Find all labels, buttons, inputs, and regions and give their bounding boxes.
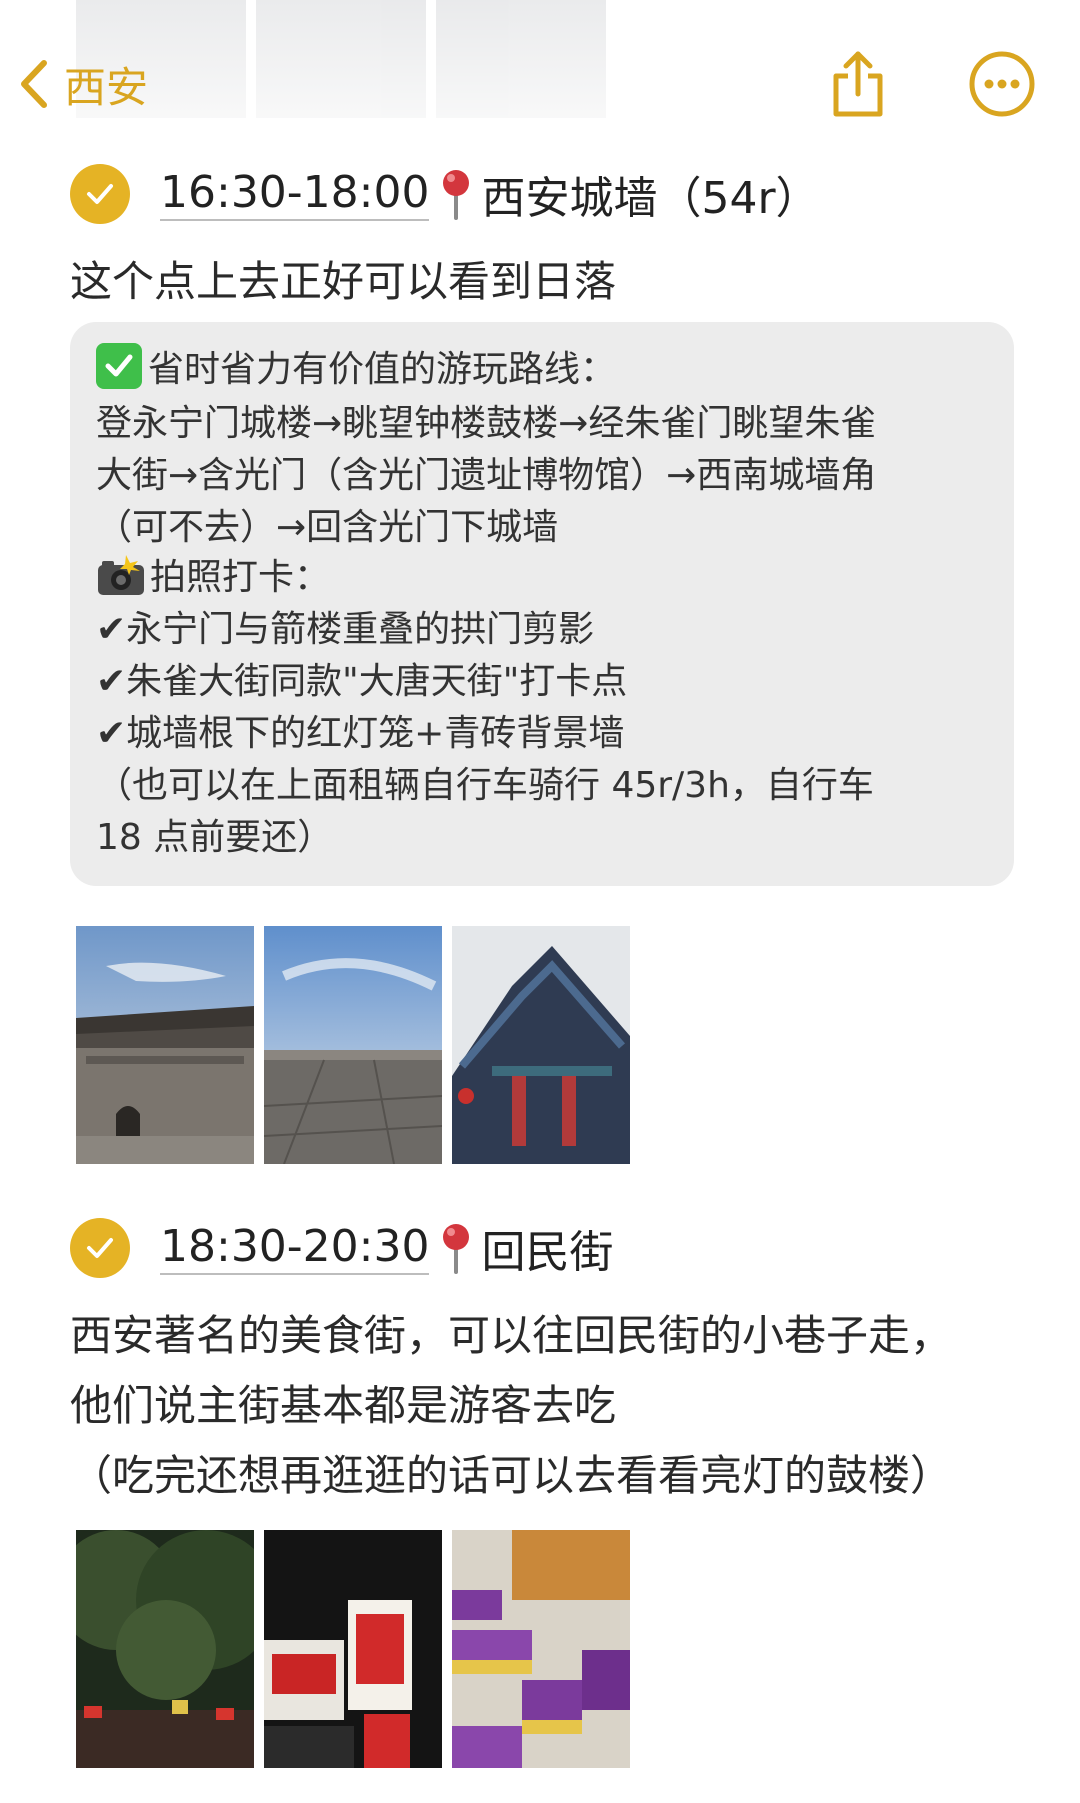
entry-description-line: （吃完还想再逛逛的话可以去看看亮灯的鼓楼） bbox=[70, 1451, 953, 1500]
photo-spot: ✔永宁门与箭楼重叠的拱门剪影 bbox=[96, 609, 595, 650]
checkmark-circle-icon[interactable] bbox=[70, 1218, 130, 1278]
route-title-row: 省时省力有价值的游玩路线： bbox=[96, 340, 616, 392]
photo-gallery bbox=[76, 1530, 630, 1768]
photo-title-row: 拍照打卡： bbox=[96, 548, 330, 600]
photo-title: 拍照打卡： bbox=[150, 557, 331, 598]
tip-line: （也可以在上面租辆自行车骑行 45r/3h，自行车 bbox=[96, 765, 874, 806]
entry-time-link[interactable]: 18:30-20:30 bbox=[160, 1221, 430, 1275]
city-gate-photo[interactable] bbox=[76, 926, 254, 1164]
route-line: 大街→含光门（含光门遗址博物馆）→西南城墙角 bbox=[96, 455, 877, 496]
entry-description-text: 西安著名的美食街，可以往回民街的小巷子走， bbox=[70, 1311, 953, 1360]
route-title: 省时省力有价值的游玩路线： bbox=[148, 349, 617, 390]
entry-description-line: 西安著名的美食街，可以往回民街的小巷子走， bbox=[70, 1302, 952, 1363]
more-button[interactable] bbox=[966, 48, 1038, 120]
purple-cake-snack-photo[interactable] bbox=[452, 1530, 630, 1768]
entry-description-line: 他们说主街基本都是游客去吃 bbox=[70, 1381, 617, 1430]
more-icon bbox=[969, 51, 1035, 117]
checkmark-circle-icon[interactable] bbox=[70, 164, 130, 224]
gate-tower-roof-photo[interactable] bbox=[452, 926, 630, 1164]
quote-block: 省时省力有价值的游玩路线： 登永宁门城楼→眺望钟楼鼓楼→经朱雀门眺望朱雀 大街→… bbox=[70, 322, 1014, 886]
noodle-shop-signs-photo[interactable] bbox=[264, 1530, 442, 1768]
entry-header: 16:30-18:00 西安城墙（54r） bbox=[70, 162, 820, 226]
entry-description: 这个点上去正好可以看到日落 bbox=[70, 257, 617, 306]
entry-place: 回民街 bbox=[481, 1227, 614, 1278]
note-page: 西安 16:30-18:00 西安城墙（54r） 这个点上去正好可以看到日落 省… bbox=[0, 0, 1080, 1803]
street-trees-photo[interactable] bbox=[76, 1530, 254, 1768]
photo-spot: ✔朱雀大街同款"大唐天街"打卡点 bbox=[96, 661, 628, 702]
nav-bar: 西安 bbox=[0, 40, 1080, 130]
check-box-emoji bbox=[96, 343, 142, 389]
photo-spot: ✔城墙根下的红灯笼+青砖背景墙 bbox=[96, 713, 625, 754]
camera-flash-emoji bbox=[98, 555, 144, 595]
wall-walkway-photo[interactable] bbox=[264, 926, 442, 1164]
entry-header: 18:30-20:30 回民街 bbox=[70, 1216, 613, 1280]
map-pin-icon bbox=[443, 170, 470, 220]
route-line: 登永宁门城楼→眺望钟楼鼓楼→经朱雀门眺望朱雀 bbox=[96, 403, 877, 444]
tip-line: 18 点前要还） bbox=[96, 817, 334, 858]
back-label: 西安 bbox=[64, 62, 149, 112]
chevron-left-icon bbox=[21, 60, 47, 108]
entry-place: 西安城墙（54r） bbox=[481, 173, 820, 224]
back-button[interactable]: 西安 bbox=[18, 46, 148, 122]
entry-time-link[interactable]: 16:30-18:00 bbox=[160, 167, 430, 221]
route-line: （可不去）→回含光门下城墙 bbox=[96, 507, 559, 548]
map-pin-icon bbox=[443, 1224, 470, 1274]
share-icon bbox=[833, 51, 883, 117]
share-button[interactable] bbox=[822, 48, 894, 120]
photo-gallery bbox=[76, 926, 630, 1164]
